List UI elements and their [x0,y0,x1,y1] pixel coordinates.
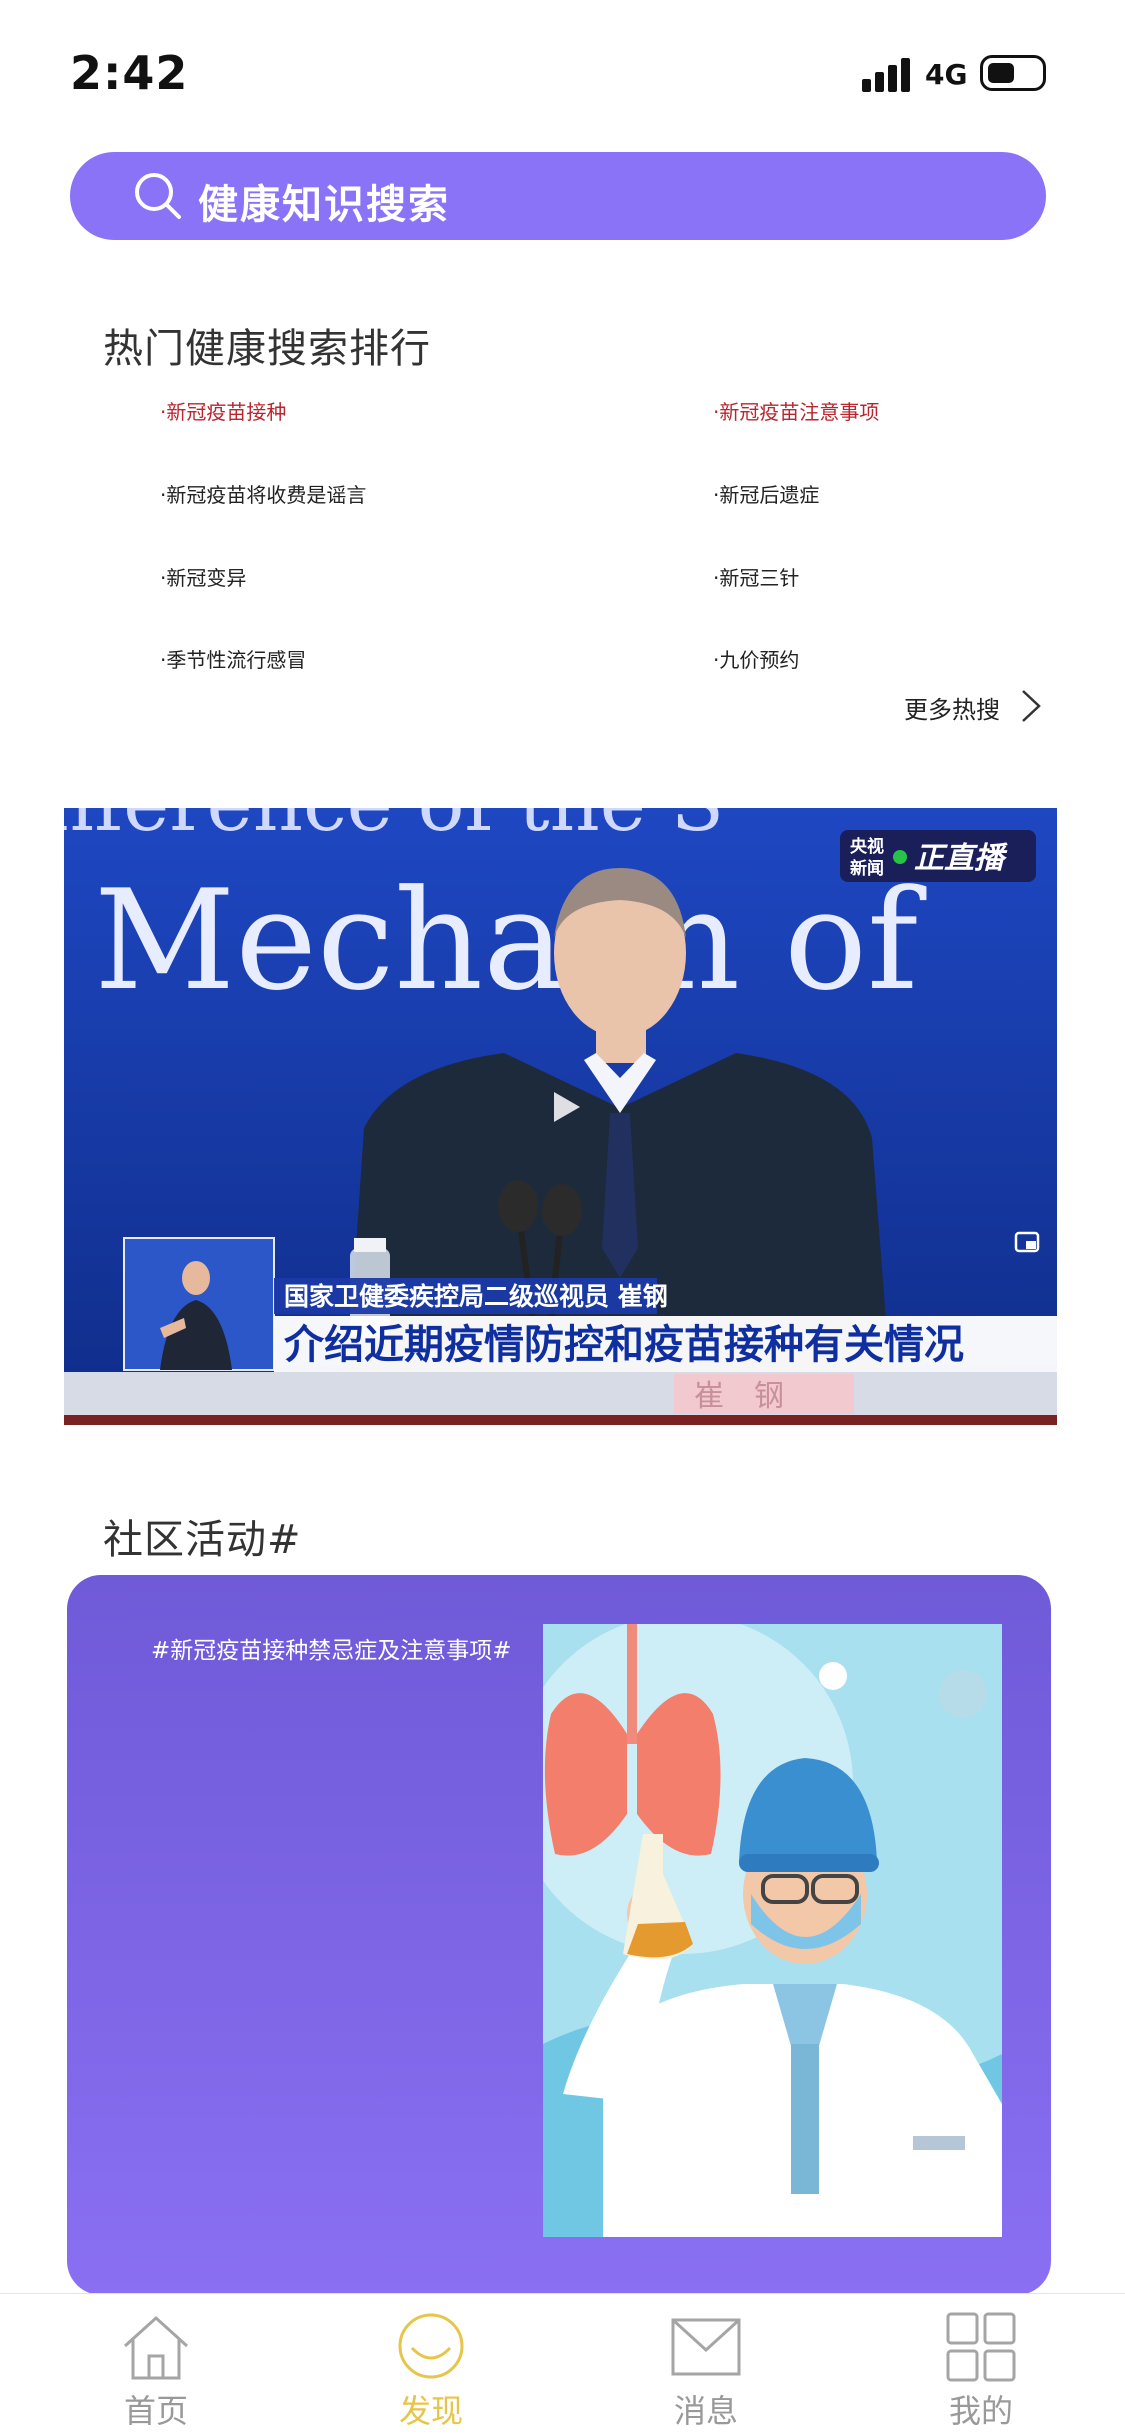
network-type: 4G [925,58,968,91]
status-bar: 2:42 4G [0,0,1125,140]
doctor-illustration [543,1624,1002,2237]
nameplate-text: 崔 钢 [694,1379,784,1414]
chevron-right-icon[interactable] [1020,688,1042,724]
hot-search-item[interactable]: ·九价预约 [713,644,799,673]
video-progress-bar[interactable] [64,1415,1057,1425]
battery-icon [980,55,1046,91]
grid-icon [946,2312,1016,2382]
caption-big: 介绍近期疫情防控和疫苗接种有关情况 [284,1322,964,1368]
tab-bar: 首页 发现 消息 我的 [0,2293,1125,2436]
mail-icon [671,2318,741,2376]
status-time: 2:42 [70,46,189,100]
tab-messages-label: 消息 [673,2392,738,2430]
search-bar[interactable]: 健康知识搜索 [70,152,1046,240]
tab-discover[interactable]: 发现 [351,2294,511,2436]
backdrop-text-top: nference of the S [64,808,724,849]
backdrop-text-main: Mecha m of [94,860,927,1021]
badge-live: 正直播 [914,841,1008,876]
hot-search-item[interactable]: ·新冠疫苗接种 [160,396,286,425]
tab-messages[interactable]: 消息 [626,2294,786,2436]
more-hot-search-link[interactable]: 更多热搜 [904,690,1000,725]
activity-card[interactable]: #新冠疫苗接种禁忌症及注意事项# [67,1575,1051,2295]
hot-search-item[interactable]: ·新冠三针 [713,562,799,591]
tab-mine[interactable]: 我的 [901,2294,1061,2436]
home-icon [123,2315,189,2380]
badge-line2: 新闻 [850,858,884,879]
tab-discover-label: 发现 [398,2392,463,2430]
video-frame: nference of the S Mecha m of 央视 新闻 正直播 [64,808,1057,1425]
activity-tag: #新冠疫苗接种禁忌症及注意事项# [151,1638,512,1664]
tab-home-label: 首页 [123,2392,188,2430]
hot-search-item[interactable]: ·新冠疫苗将收费是谣言 [160,479,366,508]
hot-search-item[interactable]: ·新冠变异 [160,562,246,591]
tab-mine-label: 我的 [948,2392,1013,2430]
caption-small: 国家卫健委疾控局二级巡视员 崔钢 [284,1282,668,1311]
hot-search-title: 热门健康搜索排行 [103,326,431,372]
hot-search-item[interactable]: ·季节性流行感冒 [160,644,306,673]
community-title: 社区活动# [103,1517,302,1563]
discover-icon [398,2313,464,2379]
tab-home[interactable]: 首页 [76,2294,236,2436]
hot-search-item[interactable]: ·新冠后遗症 [713,479,819,508]
video-player[interactable]: nference of the S Mecha m of 央视 新闻 正直播 [64,808,1057,1425]
badge-line1: 央视 [850,836,884,857]
hot-search-item[interactable]: ·新冠疫苗注意事项 [713,396,879,425]
search-icon [135,173,181,219]
signal-icon [862,58,910,92]
search-placeholder: 健康知识搜索 [198,182,450,228]
